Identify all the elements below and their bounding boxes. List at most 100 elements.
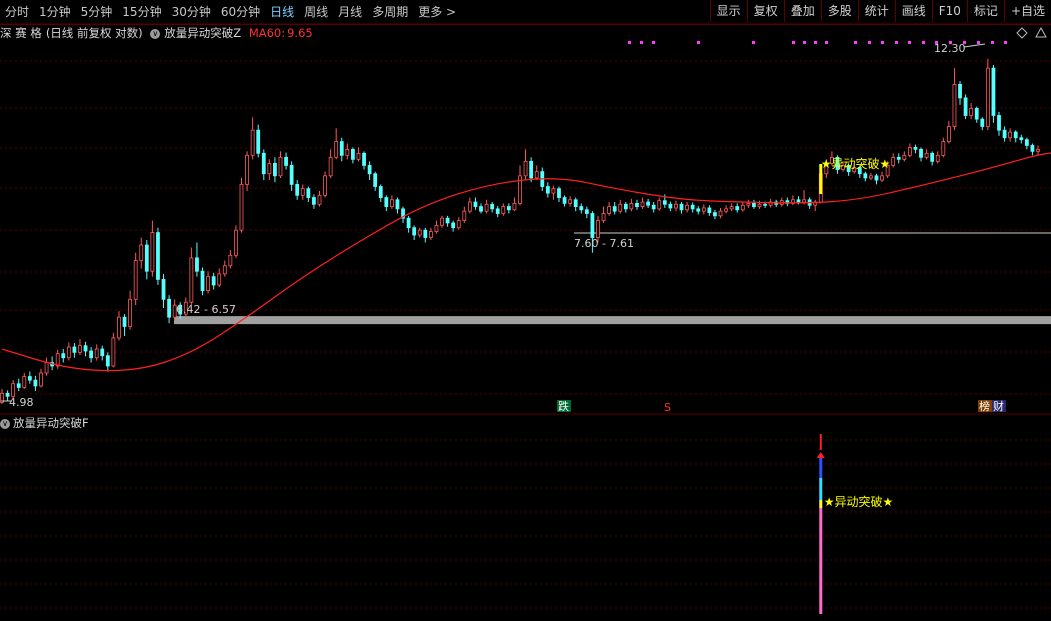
candle-body-7 (39, 372, 43, 387)
candle-body-173 (963, 97, 968, 116)
candle-body-100 (557, 188, 561, 198)
candle-body-2 (11, 383, 16, 397)
candle-body-14 (78, 345, 82, 353)
candle-body-67 (373, 173, 378, 187)
candle-body-107 (596, 220, 600, 238)
breakout-signal: ★异动突破★ (819, 156, 890, 194)
candle-body-18 (100, 348, 105, 357)
candle-body-117 (651, 204, 656, 210)
candle-body-180 (1002, 129, 1007, 139)
candle-body-103 (573, 199, 578, 207)
badge-cai: 财 (993, 399, 1004, 413)
candle-body-155 (863, 173, 868, 179)
candle-body-35 (195, 257, 199, 272)
candle-body-171 (952, 83, 957, 127)
candle-body-169 (941, 141, 946, 156)
candle-body-174 (969, 107, 974, 116)
candle-body-20 (111, 337, 116, 367)
candle-body-26 (144, 244, 149, 272)
sub-arrow-icon (816, 452, 825, 458)
candle-body-50 (278, 156, 283, 177)
candle-body-10 (55, 353, 60, 367)
candle-body-168 (935, 154, 940, 162)
candle-body-51 (284, 156, 288, 166)
candle-body-19 (105, 355, 110, 367)
candle-body-84 (467, 201, 472, 212)
candle-body-80 (445, 217, 450, 224)
candle-body-185 (1030, 145, 1035, 152)
badge-die: 跌 (558, 399, 569, 413)
candle-body-45 (250, 129, 255, 156)
candle-body-134 (746, 202, 751, 206)
candle-body-71 (395, 199, 400, 210)
candle-body-4 (22, 376, 27, 388)
indicator-name[interactable]: 放量异动突破Z (164, 26, 241, 40)
candle-body-69 (384, 197, 389, 207)
candle-body-112 (623, 203, 628, 210)
candle-body-130 (724, 208, 728, 212)
candle-body-3 (16, 383, 21, 388)
candle-body-132 (735, 206, 740, 211)
candle-body-62 (345, 148, 350, 156)
candle-body-75 (417, 229, 422, 236)
candle-body-113 (629, 202, 634, 210)
candle-body-88 (490, 203, 495, 210)
candle-body-30 (167, 298, 171, 318)
candle-body-86 (479, 206, 483, 212)
candle-body-166 (924, 152, 929, 158)
sub-indicator-name[interactable]: 放量异动突破F (13, 416, 89, 430)
candle-body-127 (707, 207, 712, 213)
candle-body-44 (245, 154, 249, 185)
candle-body-161 (896, 156, 901, 160)
candle-body-157 (874, 175, 879, 181)
candle-body-94 (523, 160, 528, 177)
candle-body-176 (980, 118, 985, 127)
candle-body-34 (189, 257, 194, 303)
candle-body-119 (662, 200, 667, 205)
candle-body-104 (579, 206, 584, 211)
candle-body-23 (128, 298, 133, 327)
min-price-label: 4.98 (9, 396, 34, 409)
candle-body-47 (261, 152, 266, 175)
candle-body-123 (685, 204, 689, 211)
candle-body-98 (545, 186, 550, 194)
badge-s: S (664, 401, 671, 414)
indicator-dropdown-icon[interactable]: ∨ (150, 28, 161, 39)
sub-panel-title: ∨ 放量异动突破F (0, 414, 89, 432)
candle-body-133 (740, 204, 745, 211)
candle-body-167 (930, 152, 935, 162)
candle-body-68 (378, 186, 383, 198)
max-price-label: 12.30 (934, 42, 966, 55)
candle-body-76 (423, 229, 428, 238)
candle-body-183 (1019, 137, 1024, 141)
candle-body-25 (139, 244, 144, 261)
sub-indicator-dropdown-icon[interactable]: ∨ (0, 418, 10, 429)
main-panel-title: 深 赛 格 (日线 前复权 对数) ∨ 放量异动突破Z MA60: 9.65 (0, 24, 1051, 42)
candle-body-163 (907, 147, 912, 156)
candle-body-17 (94, 348, 99, 359)
candle-body-57 (317, 194, 322, 205)
candle-body-12 (66, 346, 71, 359)
candle-body-38 (211, 276, 216, 286)
candle-body-21 (117, 316, 121, 339)
sub-indicator-bars: ★异动突破★ (816, 434, 893, 614)
candle-body-52 (289, 165, 294, 185)
candle-body-61 (339, 141, 344, 156)
candle-body-48 (267, 162, 272, 175)
candle-body-110 (612, 206, 617, 212)
candle-body-131 (729, 206, 734, 210)
candle-body-89 (495, 208, 500, 214)
candle-body-82 (456, 220, 461, 229)
max-price-arrow (963, 43, 986, 48)
candle-body-101 (562, 197, 567, 204)
candle-body-46 (256, 129, 261, 154)
kline-chart[interactable]: ★异动突破★ 12.30 4.98 6.42 - 6.57 7.60 - 7.6… (0, 0, 1051, 621)
candle-body-115 (640, 201, 645, 207)
candle-body-56 (312, 197, 316, 205)
candle-body-79 (440, 217, 444, 226)
candle-body-54 (300, 188, 305, 196)
range-label-1: 6.42 - 6.57 (176, 303, 236, 316)
candle-body-135 (752, 202, 756, 207)
candle-body-22 (122, 316, 127, 327)
candle-body-95 (529, 160, 534, 179)
